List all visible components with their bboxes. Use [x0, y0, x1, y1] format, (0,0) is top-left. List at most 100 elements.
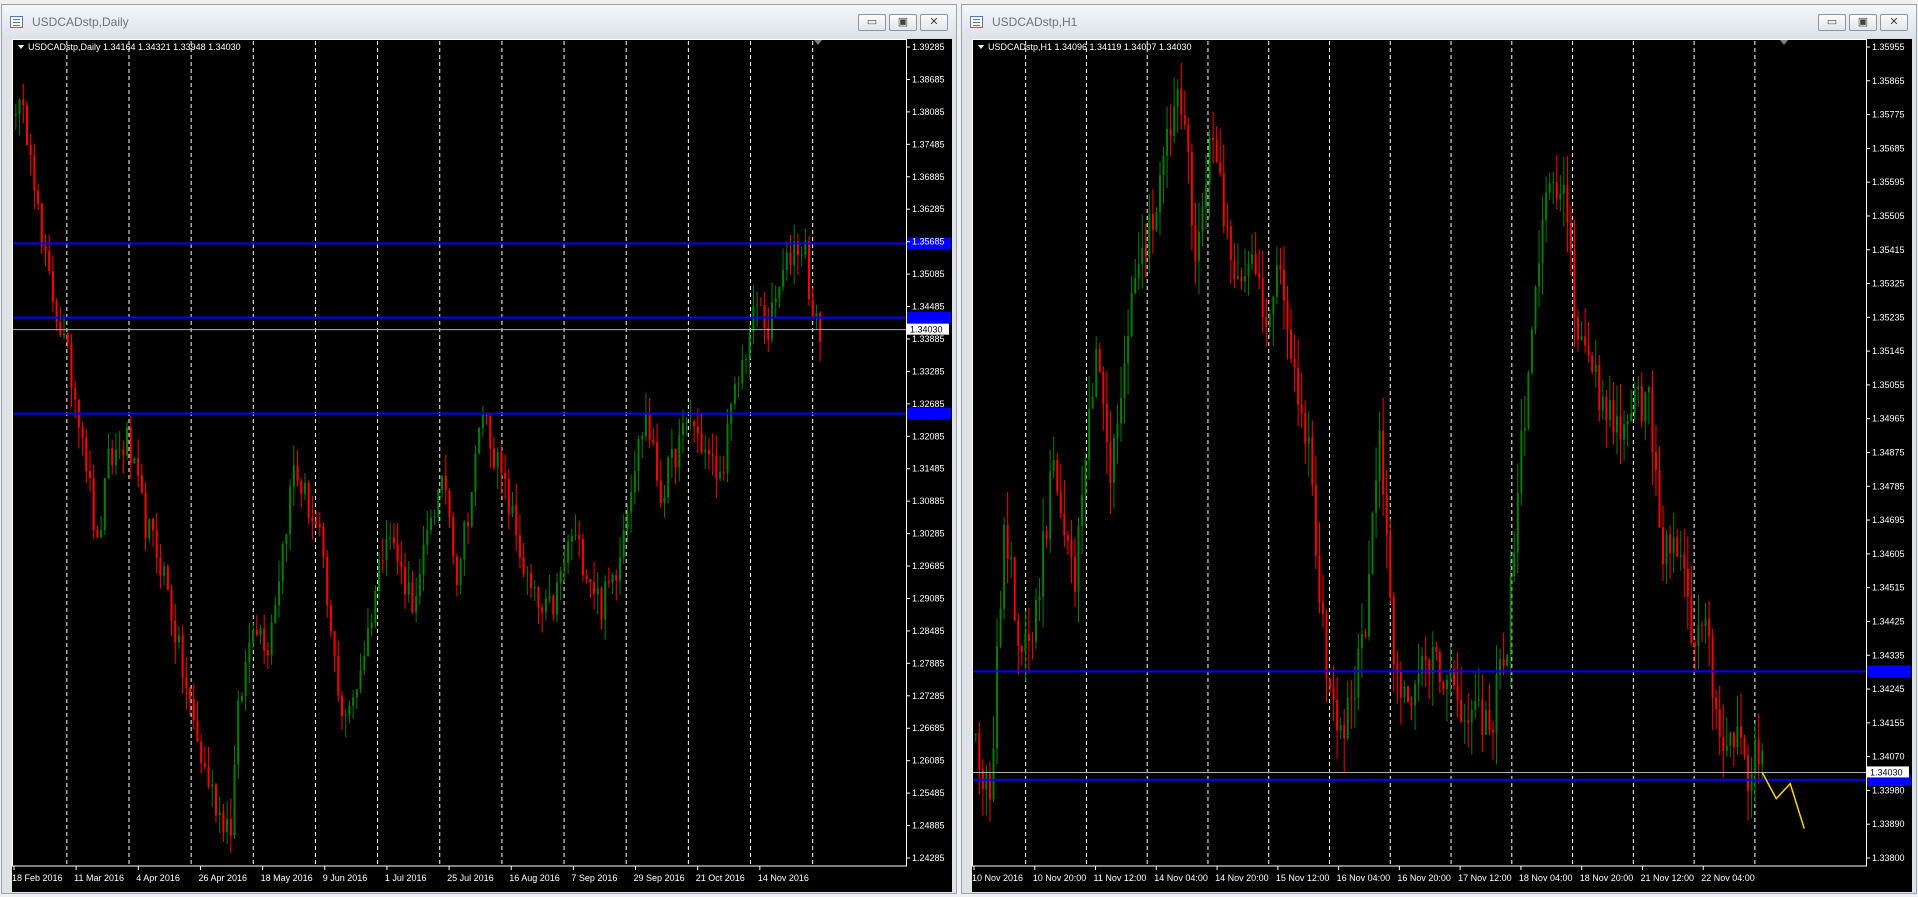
- candle-body: [1304, 412, 1307, 444]
- x-tick-label: 16 Nov 20:00: [1397, 873, 1451, 883]
- candle-body: [719, 471, 722, 479]
- ohlc-header: USDCADstp,H1 1.34096 1.34119 1.34007 1.3…: [988, 42, 1191, 52]
- candle-body: [999, 608, 1002, 646]
- x-tick-label: 14 Nov 04:00: [1154, 873, 1208, 883]
- candle-body: [1042, 530, 1045, 597]
- candle-body: [404, 566, 407, 595]
- candle-body: [1088, 408, 1091, 460]
- candle-body: [1672, 537, 1675, 554]
- candle-body: [366, 628, 369, 657]
- candle-body: [1750, 773, 1753, 791]
- candle-body: [544, 598, 547, 613]
- y-tick-label: 1.24285: [912, 853, 945, 863]
- candle-body: [1208, 137, 1211, 185]
- candle-body: [433, 516, 436, 518]
- candle-body: [1686, 568, 1689, 597]
- candle-body: [244, 661, 247, 696]
- close-button[interactable]: ✕: [1880, 14, 1908, 31]
- candle-body: [137, 458, 140, 476]
- candlestick-chart[interactable]: 1.39285 1.38685 1.38085 1.37485 1.36885 1.362…: [12, 39, 952, 892]
- candle-body: [140, 475, 143, 493]
- candle-body: [196, 720, 199, 742]
- close-button[interactable]: ✕: [920, 14, 948, 31]
- candle-body: [637, 439, 640, 472]
- candle-body: [1467, 720, 1470, 723]
- y-tick-label: 1.29685: [912, 561, 945, 571]
- candle-body: [652, 439, 655, 443]
- candle-body: [1268, 313, 1271, 327]
- candle-body: [1236, 276, 1239, 280]
- candle-body: [1502, 658, 1505, 666]
- candle-body: [1275, 264, 1278, 297]
- candle-body: [300, 480, 303, 494]
- chart-menu-triangle-icon: [978, 45, 984, 49]
- candle-body: [1392, 596, 1395, 665]
- candle-body: [1066, 535, 1069, 541]
- candle-body: [1279, 264, 1282, 270]
- candle-body: [1180, 89, 1183, 116]
- window-titlebar[interactable]: USDCADstp,H1 ▭ ▣ ✕: [962, 5, 1916, 39]
- y-tick-label: 1.34485: [912, 302, 945, 312]
- candle-body: [1286, 300, 1289, 330]
- maximize-button[interactable]: ▣: [1849, 14, 1877, 31]
- candle-body: [1013, 557, 1016, 621]
- price-chart-daily[interactable]: 1.39285 1.38685 1.38085 1.37485 1.36885 1.362…: [12, 39, 952, 892]
- candle-body: [281, 544, 284, 582]
- candle-body: [1350, 697, 1353, 699]
- candle-body: [385, 539, 388, 561]
- window-titlebar[interactable]: USDCADstp,Daily ▭ ▣ ✕: [2, 5, 956, 39]
- candle-body: [1127, 336, 1130, 364]
- candle-body: [748, 332, 751, 359]
- candle-body: [1477, 699, 1480, 701]
- candle-body: [681, 423, 685, 435]
- minimize-button[interactable]: ▭: [1818, 14, 1846, 31]
- y-tick-label: 1.34605: [1872, 549, 1905, 559]
- candle-body: [789, 252, 792, 266]
- x-tick-label: 9 Jun 2016: [323, 873, 368, 883]
- y-tick-label: 1.35085: [912, 269, 945, 279]
- maximize-button[interactable]: ▣: [889, 14, 917, 31]
- candlestick-chart[interactable]: 1.35955 1.35865 1.35775 1.35685 1.35595 1.355…: [972, 39, 1912, 892]
- candle-body: [752, 305, 755, 333]
- candle-body: [337, 655, 340, 696]
- candle-body: [55, 301, 58, 322]
- price-chart-h1[interactable]: 1.35955 1.35865 1.35775 1.35685 1.35595 1.355…: [972, 39, 1912, 892]
- candle-body: [18, 99, 21, 115]
- x-tick-label: 4 Apr 2016: [136, 873, 180, 883]
- candle-body: [1290, 329, 1293, 359]
- candle-body: [1718, 708, 1721, 737]
- candle-body: [229, 819, 232, 836]
- candle-body: [656, 442, 659, 481]
- candle-body: [192, 699, 195, 721]
- candle-body: [159, 557, 162, 576]
- candle-body: [1463, 720, 1466, 722]
- candle-body: [211, 784, 214, 787]
- candle-body: [170, 589, 173, 621]
- candle-body: [600, 588, 603, 620]
- candle-body: [1605, 396, 1608, 420]
- chart-window-h1[interactable]: USDCADstp,H1 ▭ ▣ ✕ 1.35955 1.35865 1.35775…: [961, 4, 1917, 894]
- candle-body: [1552, 182, 1555, 184]
- minimize-button[interactable]: ▭: [858, 14, 886, 31]
- candle-body: [1265, 317, 1268, 327]
- y-tick-label: 1.35595: [1872, 177, 1905, 187]
- candle-body: [685, 422, 688, 424]
- x-tick-label: 16 Nov 04:00: [1337, 873, 1391, 883]
- candle-body: [596, 588, 599, 595]
- candle-body: [374, 590, 377, 623]
- candle-body: [1640, 386, 1643, 422]
- chart-window-daily[interactable]: USDCADstp,Daily ▭ ▣ ✕ 1.39285 1.38685 1.38…: [1, 4, 957, 894]
- y-tick-label: 1.28485: [912, 626, 945, 636]
- candle-body: [370, 622, 373, 629]
- y-tick-label: 1.38085: [912, 107, 945, 117]
- candle-body: [1006, 524, 1009, 559]
- candle-body: [548, 595, 551, 599]
- candle-body: [37, 190, 40, 204]
- y-tick-label: 1.29085: [912, 593, 945, 603]
- candle-body: [1587, 345, 1590, 356]
- candle-body: [1417, 673, 1420, 685]
- candle-body: [1339, 724, 1342, 731]
- y-tick-label: 1.26085: [912, 756, 945, 766]
- candle-body: [1190, 152, 1193, 226]
- candle-body: [1297, 367, 1300, 405]
